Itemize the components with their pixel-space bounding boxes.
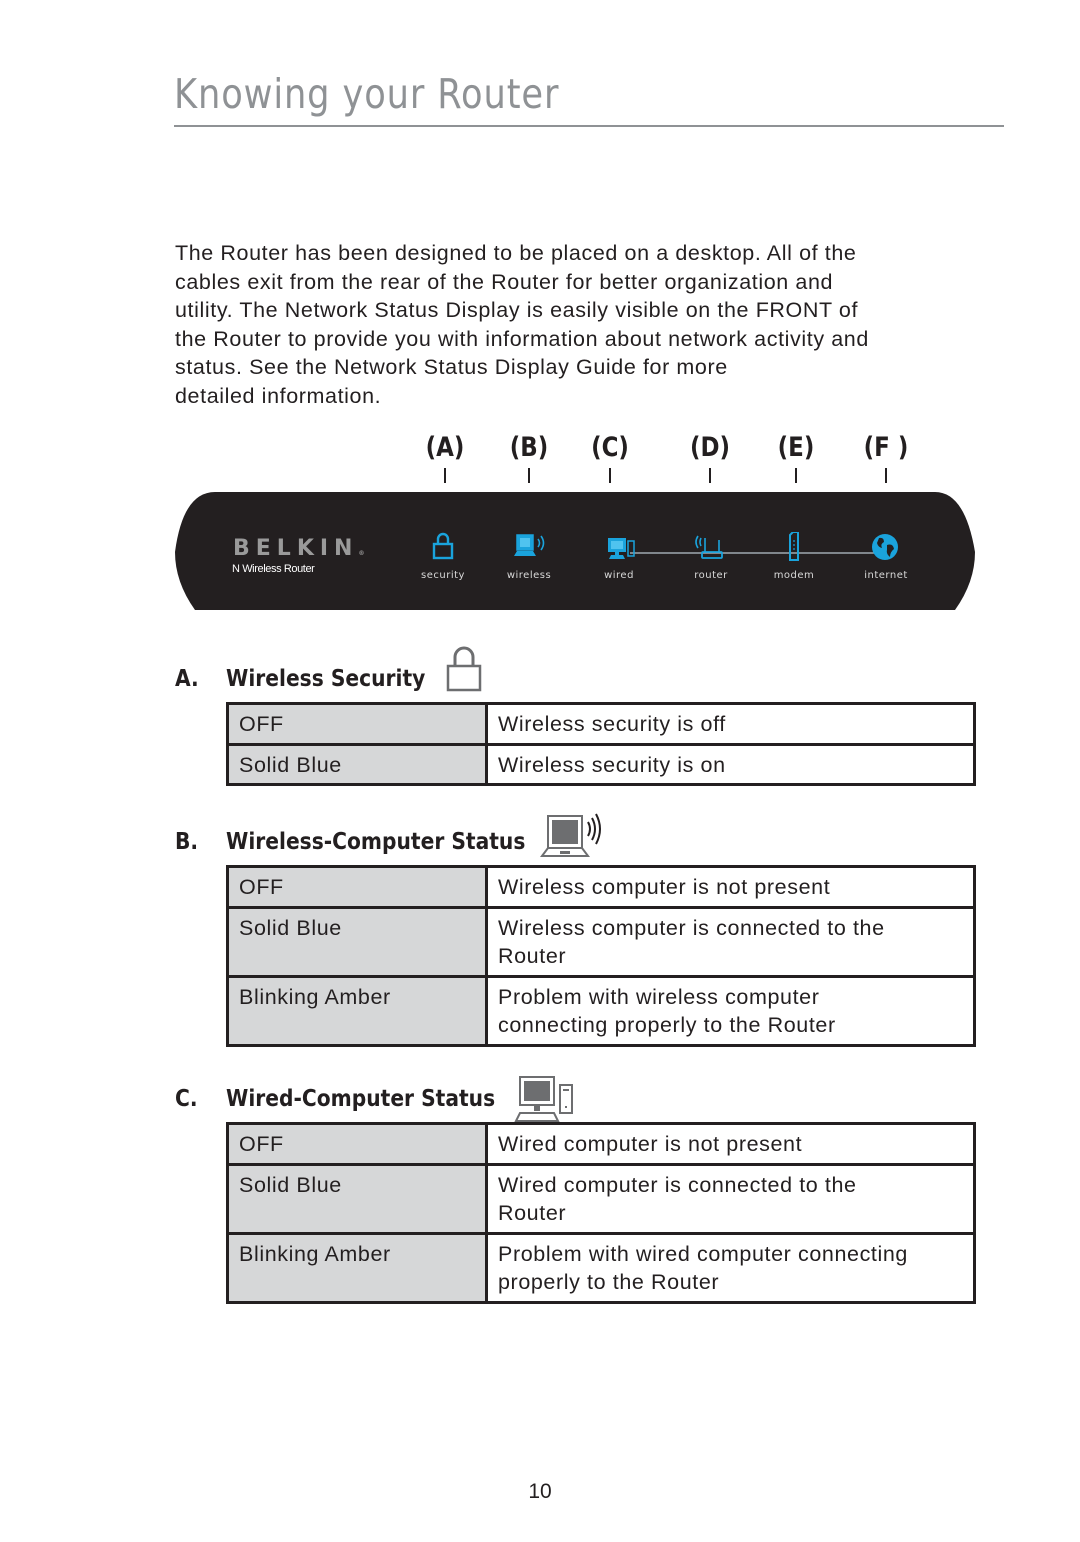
- table-row: Solid Blue Wireless computer is connecte…: [226, 905, 976, 978]
- led-label-modem: modem: [773, 570, 815, 581]
- section-title: Wireless-Computer Status: [226, 829, 526, 855]
- table-row: Blinking Amber Problem with wired comput…: [226, 1231, 976, 1304]
- section-title: Wired-Computer Status: [226, 1086, 496, 1112]
- status-state: OFF: [226, 702, 488, 746]
- description-line: connecting properly to the Router: [498, 1013, 836, 1038]
- status-description: Wired computer is not present: [485, 1122, 976, 1166]
- callout-f: (F ): [863, 432, 909, 463]
- status-description: Wired computer is connected to the Router: [485, 1162, 976, 1235]
- description-line: Router: [498, 944, 567, 969]
- description-line: properly to the Router: [498, 1270, 720, 1295]
- section-letter: C.: [175, 1086, 198, 1112]
- section-letter: A.: [175, 666, 199, 692]
- led-label-wired: wired: [604, 570, 634, 581]
- section-heading-wired-computer-status: C. Wired-Computer Status: [175, 1086, 495, 1112]
- status-description: Problem with wired computer connecting pr…: [485, 1231, 976, 1304]
- callout-letters: (A) (B) (C) (D) (E) (F ): [0, 432, 1080, 487]
- router-icon: [695, 535, 723, 559]
- wireless-computer-status-table: OFF Wireless computer is not present Sol…: [226, 865, 976, 1047]
- status-state: Solid Blue: [226, 905, 488, 978]
- wired-computer-status-table: OFF Wired computer is not present Solid …: [226, 1122, 976, 1304]
- intro-line: The Router has been designed to be place…: [175, 241, 857, 265]
- globe-icon: [872, 534, 898, 560]
- table-row: OFF Wireless computer is not present: [226, 865, 976, 909]
- desktop-computer-icon: [514, 1076, 573, 1122]
- callout-d: (D): [689, 432, 731, 463]
- intro-line: the Router to provide you with informati…: [175, 326, 869, 351]
- model-name: N Wireless Router: [232, 563, 315, 575]
- router-front-panel: BELKIN® N Wireless Router security wirel…: [175, 492, 975, 610]
- intro-line: detailed information.: [175, 383, 382, 408]
- description-line: Wired computer is connected to the: [498, 1172, 857, 1197]
- callout-line: [528, 468, 530, 483]
- intro-line: utility. The Network Status Display is e…: [175, 298, 859, 323]
- callout-line: [885, 468, 887, 483]
- table-row: OFF Wireless security is off: [226, 702, 976, 746]
- title-divider: [174, 125, 1004, 127]
- led-label-security: security: [421, 570, 465, 581]
- page-title: Knowing your Router: [174, 70, 560, 118]
- callout-b: (B): [509, 432, 549, 463]
- led-label-internet: internet: [864, 570, 908, 581]
- status-state: Blinking Amber: [226, 1231, 488, 1304]
- callout-a: (A): [425, 432, 465, 463]
- status-description: Problem with wireless computer connecting…: [485, 974, 976, 1047]
- intro-paragraph: The Router has been designed to be place…: [175, 239, 995, 411]
- callout-line: [709, 468, 711, 483]
- status-description: Wireless computer is connected to the Rou…: [485, 905, 976, 978]
- status-state: Blinking Amber: [226, 974, 488, 1047]
- callout-line: [609, 468, 611, 483]
- status-state: Solid Blue: [226, 742, 488, 787]
- modem-icon: [789, 532, 799, 561]
- section-title: Wireless Security: [226, 666, 426, 692]
- status-description: Wireless security is on: [485, 742, 976, 787]
- lock-icon: [432, 532, 454, 560]
- table-row: Solid Blue Wireless security is on: [226, 742, 976, 787]
- section-heading-wireless-security: A. Wireless Security: [175, 666, 425, 692]
- status-state: OFF: [226, 865, 488, 909]
- led-label-wireless: wireless: [506, 570, 552, 581]
- section-heading-wireless-computer-status: B. Wireless-Computer Status: [175, 829, 525, 855]
- table-row: Solid Blue Wired computer is connected t…: [226, 1162, 976, 1235]
- lock-icon: [446, 646, 482, 692]
- intro-line: cables exit from the rear of the Router …: [175, 269, 834, 294]
- status-state: Solid Blue: [226, 1162, 488, 1235]
- section-letter: B.: [175, 829, 199, 855]
- intro-line: status. See the Network Status Display G…: [175, 355, 728, 380]
- led-label-router: router: [694, 570, 728, 581]
- description-line: Problem with wired computer connecting: [498, 1241, 908, 1266]
- callout-line: [795, 468, 797, 483]
- wireless-laptop-icon: [540, 813, 601, 857]
- callout-c: (C): [591, 432, 629, 463]
- wireless-laptop-icon: [514, 534, 545, 556]
- table-row: Blinking Amber Problem with wireless com…: [226, 974, 976, 1047]
- callout-e: (E): [777, 432, 815, 463]
- status-state: OFF: [226, 1122, 488, 1166]
- table-row: OFF Wired computer is not present: [226, 1122, 976, 1166]
- status-description: Wireless computer is not present: [485, 865, 976, 909]
- registered-mark: ®: [358, 550, 365, 557]
- wireless-security-table: OFF Wireless security is off Solid Blue …: [226, 702, 976, 787]
- description-line: Router: [498, 1201, 567, 1226]
- desktop-computer-icon: [608, 538, 635, 559]
- description-line: Problem with wireless computer: [498, 984, 820, 1009]
- belkin-logo: BELKIN®: [233, 536, 364, 561]
- page-number: 10: [528, 1480, 552, 1503]
- callout-line: [444, 468, 446, 483]
- status-description: Wireless security is off: [485, 702, 976, 746]
- description-line: Wireless computer is connected to the: [498, 915, 885, 940]
- brand-name: BELKIN: [233, 536, 359, 561]
